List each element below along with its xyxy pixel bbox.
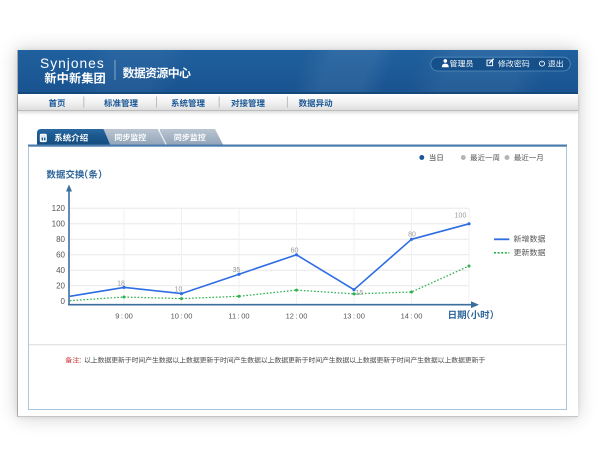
svg-text:80: 80 xyxy=(408,232,416,239)
svg-text:40: 40 xyxy=(56,266,65,275)
svg-text:120: 120 xyxy=(52,204,66,213)
svg-text:Synjones: Synjones xyxy=(40,56,105,71)
svg-text:100: 100 xyxy=(52,220,66,229)
svg-text:15: 15 xyxy=(356,290,364,297)
svg-text:20: 20 xyxy=(56,282,65,291)
svg-text:14 : 00: 14 : 00 xyxy=(401,312,423,321)
svg-text:12 : 00: 12 : 00 xyxy=(286,312,308,321)
svg-text:60: 60 xyxy=(56,251,65,260)
svg-text:9 : 00: 9 : 00 xyxy=(115,312,133,321)
svg-text:13 : 00: 13 : 00 xyxy=(343,312,365,321)
svg-text:18: 18 xyxy=(117,281,125,288)
svg-text:10 : 00: 10 : 00 xyxy=(171,312,193,321)
svg-text:100: 100 xyxy=(455,213,467,220)
svg-text:60: 60 xyxy=(291,248,299,255)
svg-text:80: 80 xyxy=(56,235,65,244)
svg-text:35: 35 xyxy=(233,267,241,274)
svg-text:0: 0 xyxy=(61,297,66,306)
svg-text:11 : 00: 11 : 00 xyxy=(228,312,249,321)
svg-text:10: 10 xyxy=(175,287,183,294)
